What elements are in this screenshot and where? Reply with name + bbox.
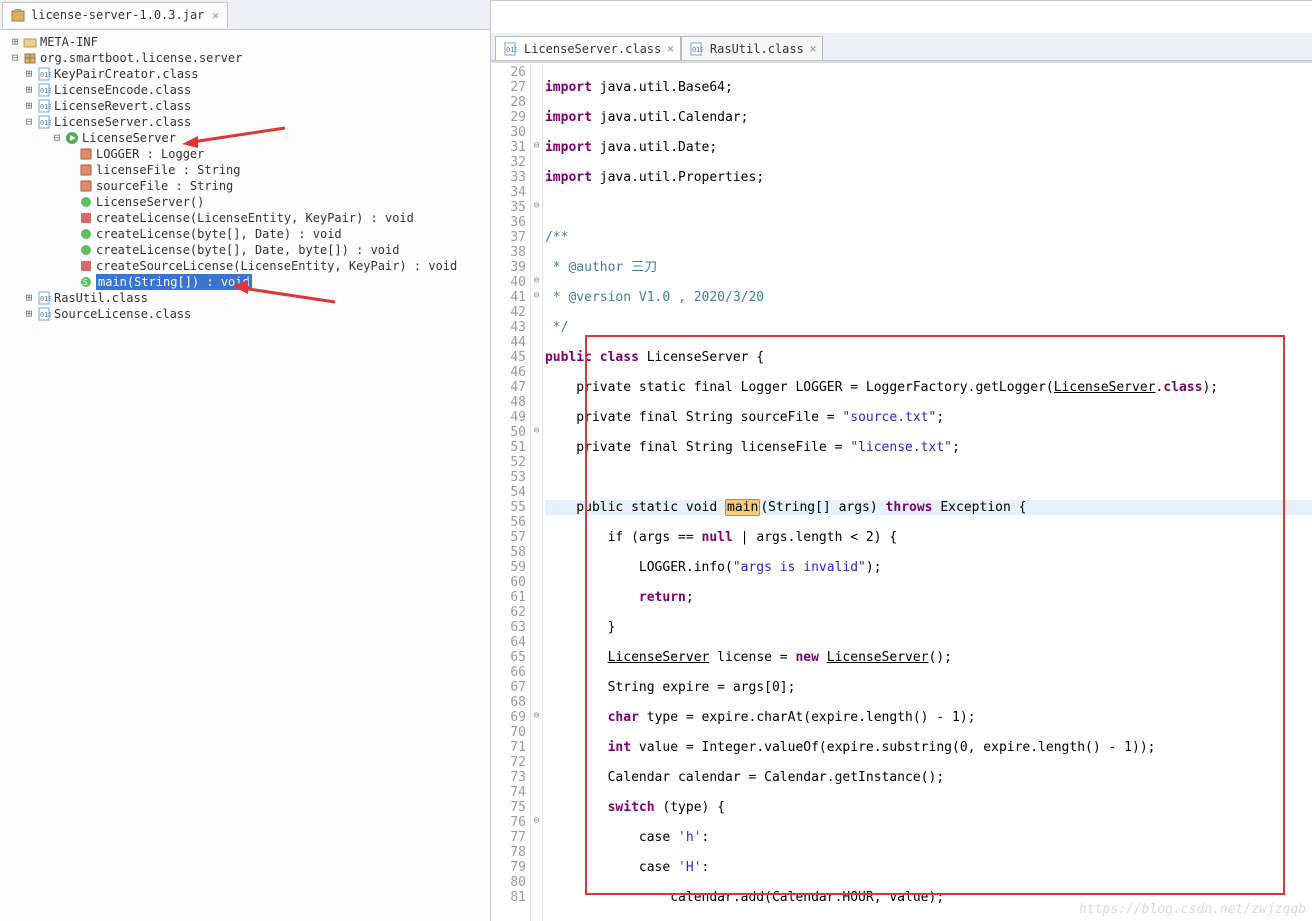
- left-tab-bar: license-server-1.0.3.jar ✕: [0, 0, 490, 30]
- tab-license-server[interactable]: 010 LicenseServer.class ✕: [495, 36, 681, 60]
- static-field-icon: [78, 146, 94, 162]
- svg-text:010: 010: [40, 103, 51, 111]
- class-file-icon: 010: [36, 306, 52, 322]
- package-explorer: license-server-1.0.3.jar ✕ META-INF org.…: [0, 0, 491, 921]
- close-icon[interactable]: ✕: [810, 42, 817, 55]
- class-file-icon: 010: [36, 98, 52, 114]
- tree-field[interactable]: LOGGER : Logger: [8, 146, 490, 162]
- tree-package[interactable]: org.smartboot.license.server: [8, 50, 490, 66]
- tree-item[interactable]: 010 RasUtil.class: [8, 290, 490, 306]
- class-file-icon: 010: [502, 41, 518, 57]
- tree-main-method[interactable]: S main(String[]) : void: [8, 274, 490, 290]
- svg-text:010: 010: [40, 295, 51, 303]
- tree-item[interactable]: 010 KeyPairCreator.class: [8, 66, 490, 82]
- svg-text:010: 010: [506, 46, 517, 54]
- tree: META-INF org.smartboot.license.server 01…: [0, 30, 490, 326]
- tree-item[interactable]: 010 SourceLicense.class: [8, 306, 490, 322]
- editor-tab-bar: 010 LicenseServer.class ✕ 010 RasUtil.cl…: [491, 33, 1312, 61]
- tree-method[interactable]: createLicense(byte[], Date) : void: [8, 226, 490, 242]
- tree-license-server-class[interactable]: 010 LicenseServer.class: [8, 114, 490, 130]
- svg-text:010: 010: [692, 46, 703, 54]
- svg-text:010: 010: [40, 311, 51, 319]
- jar-icon: [11, 8, 25, 22]
- field-icon: [78, 162, 94, 178]
- package-icon: [22, 50, 38, 66]
- run-class-icon: [64, 130, 80, 146]
- jar-tab-label: license-server-1.0.3.jar: [31, 8, 204, 22]
- tree-field[interactable]: sourceFile : String: [8, 178, 490, 194]
- jar-tab[interactable]: license-server-1.0.3.jar ✕: [2, 2, 228, 28]
- method-private-icon: [78, 258, 94, 274]
- close-icon[interactable]: ✕: [667, 42, 674, 55]
- tree-constructor[interactable]: LicenseServer(): [8, 194, 490, 210]
- selected-method-label: main(String[]) : void: [96, 274, 252, 290]
- tree-item[interactable]: 010 LicenseEncode.class: [8, 82, 490, 98]
- code-area[interactable]: importimport java.util.Base64; java.util…: [543, 63, 1312, 921]
- folder-icon: [22, 34, 38, 50]
- method-public-icon: [78, 194, 94, 210]
- svg-text:010: 010: [40, 87, 51, 95]
- class-file-icon: 010: [36, 290, 52, 306]
- editor-panel: 010 LicenseServer.class ✕ 010 RasUtil.cl…: [491, 0, 1312, 921]
- tree-method[interactable]: createLicense(LicenseEntity, KeyPair) : …: [8, 210, 490, 226]
- watermark: https://blog.csdn.net/zwjzqqb: [1079, 902, 1306, 917]
- close-icon[interactable]: ✕: [212, 9, 219, 22]
- class-file-icon: 010: [36, 114, 52, 130]
- method-static-icon: S: [78, 274, 94, 290]
- class-file-icon: 010: [36, 66, 52, 82]
- code-editor[interactable]: 2627282930313233343536373839404142434445…: [491, 61, 1312, 921]
- tree-field[interactable]: licenseFile : String: [8, 162, 490, 178]
- method-private-icon: [78, 210, 94, 226]
- class-file-icon: 010: [688, 41, 704, 57]
- svg-text:010: 010: [40, 119, 51, 127]
- tree-method[interactable]: createLicense(byte[], Date, byte[]) : vo…: [8, 242, 490, 258]
- method-public-icon: [78, 226, 94, 242]
- svg-text:010: 010: [40, 71, 51, 79]
- class-file-icon: 010: [36, 82, 52, 98]
- tree-meta-inf[interactable]: META-INF: [8, 34, 490, 50]
- svg-text:S: S: [83, 278, 88, 287]
- tab-rasutil[interactable]: 010 RasUtil.class ✕: [681, 36, 824, 60]
- fold-column: [531, 63, 543, 921]
- field-icon: [78, 178, 94, 194]
- tree-item[interactable]: 010 LicenseRevert.class: [8, 98, 490, 114]
- tree-method[interactable]: createSourceLicense(LicenseEntity, KeyPa…: [8, 258, 490, 274]
- method-public-icon: [78, 242, 94, 258]
- tree-class-type[interactable]: LicenseServer: [8, 130, 490, 146]
- line-number-gutter: 2627282930313233343536373839404142434445…: [491, 63, 531, 921]
